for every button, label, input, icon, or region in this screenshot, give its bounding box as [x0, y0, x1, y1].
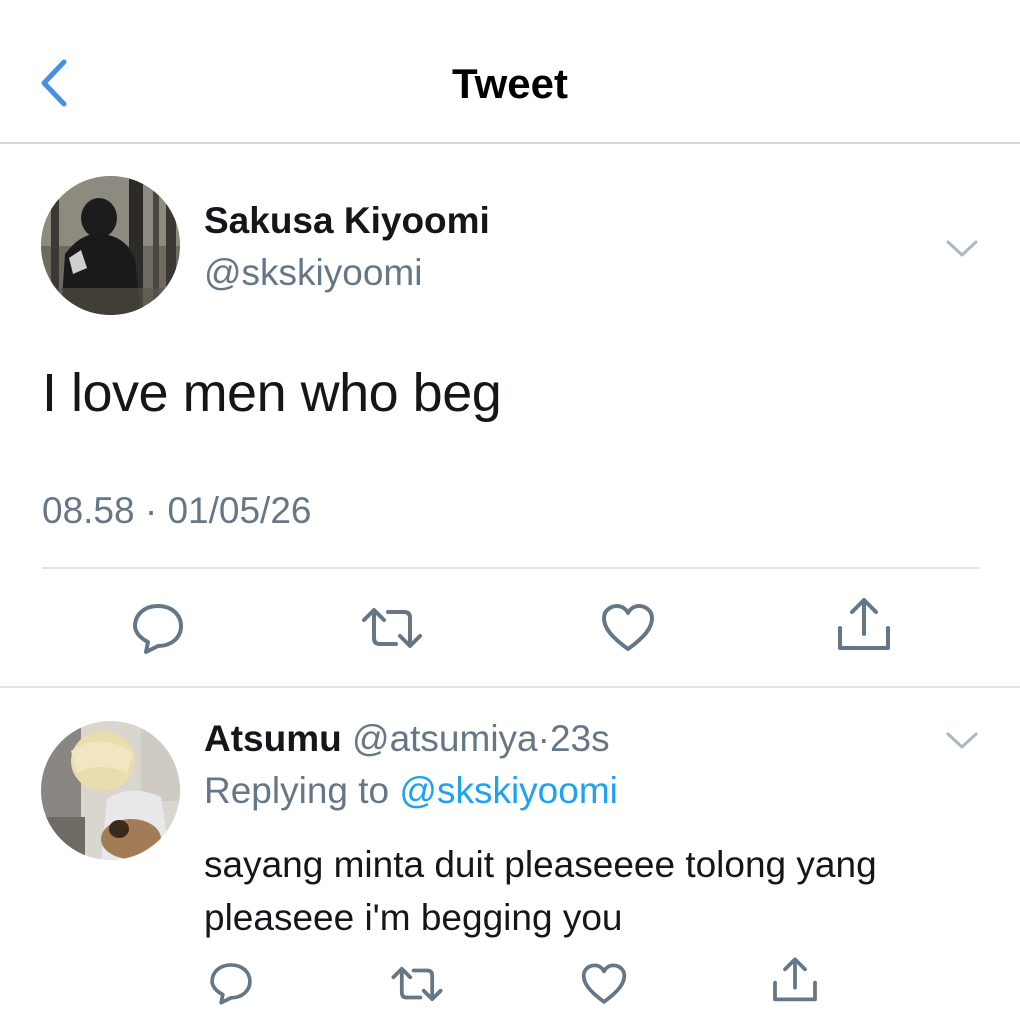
- divider: [0, 686, 1020, 688]
- heart-icon: [581, 963, 627, 1004]
- reply-author-handle[interactable]: @atsumiya: [352, 718, 538, 759]
- reply-time: 23s: [549, 718, 610, 759]
- header-divider: [0, 142, 1020, 144]
- tweet-text: I love men who beg: [42, 363, 502, 423]
- tweet-menu-button[interactable]: [944, 236, 980, 260]
- chevron-down-icon: [946, 240, 978, 257]
- reply-avatar[interactable]: [41, 721, 180, 860]
- reply-text-line: pleaseee i'm begging you: [204, 897, 623, 938]
- reply-separator: ·: [537, 718, 550, 759]
- comment-icon: [210, 963, 252, 1005]
- page-title: Tweet: [452, 60, 568, 107]
- replying-to-link[interactable]: @skskiyoomi: [399, 770, 617, 811]
- reply-like-button[interactable]: [580, 962, 628, 1006]
- nav-header: Tweet: [0, 0, 1020, 144]
- profile-photo: [41, 721, 180, 860]
- reply-text-line: sayang minta duit pleaseeee tolong yang: [204, 844, 877, 885]
- author-handle[interactable]: @skskiyoomi: [204, 252, 422, 294]
- divider: [42, 567, 980, 569]
- replying-to-line: Replying to @skskiyoomi: [204, 770, 618, 812]
- comment-icon: [133, 604, 183, 654]
- reply-reply-button[interactable]: [206, 960, 256, 1006]
- reply-share-button[interactable]: [770, 956, 820, 1006]
- reply-text: sayang minta duit pleaseeee tolong yang …: [204, 838, 994, 944]
- avatar[interactable]: [41, 176, 180, 315]
- chevron-down-icon: [946, 732, 978, 749]
- share-icon: [773, 957, 817, 1002]
- retweet-icon: [362, 608, 422, 648]
- reply-menu-button[interactable]: [944, 728, 980, 752]
- like-button[interactable]: [600, 602, 656, 654]
- retweet-button[interactable]: [360, 602, 424, 654]
- retweet-icon: [391, 966, 443, 1002]
- replying-to-label: Replying to: [204, 770, 390, 811]
- tweet-timestamp: 08.58 · 01/05/26: [42, 490, 312, 531]
- heart-icon: [602, 604, 654, 651]
- reply-retweet-button[interactable]: [390, 962, 444, 1006]
- reply-header: Atsumu @atsumiya·23s: [204, 718, 610, 760]
- share-button[interactable]: [834, 596, 894, 656]
- share-icon: [838, 598, 890, 650]
- reply-author-name[interactable]: Atsumu: [204, 718, 342, 759]
- reply-button[interactable]: [128, 600, 188, 656]
- profile-photo: [41, 176, 180, 315]
- author-name[interactable]: Sakusa Kiyoomi: [204, 200, 490, 242]
